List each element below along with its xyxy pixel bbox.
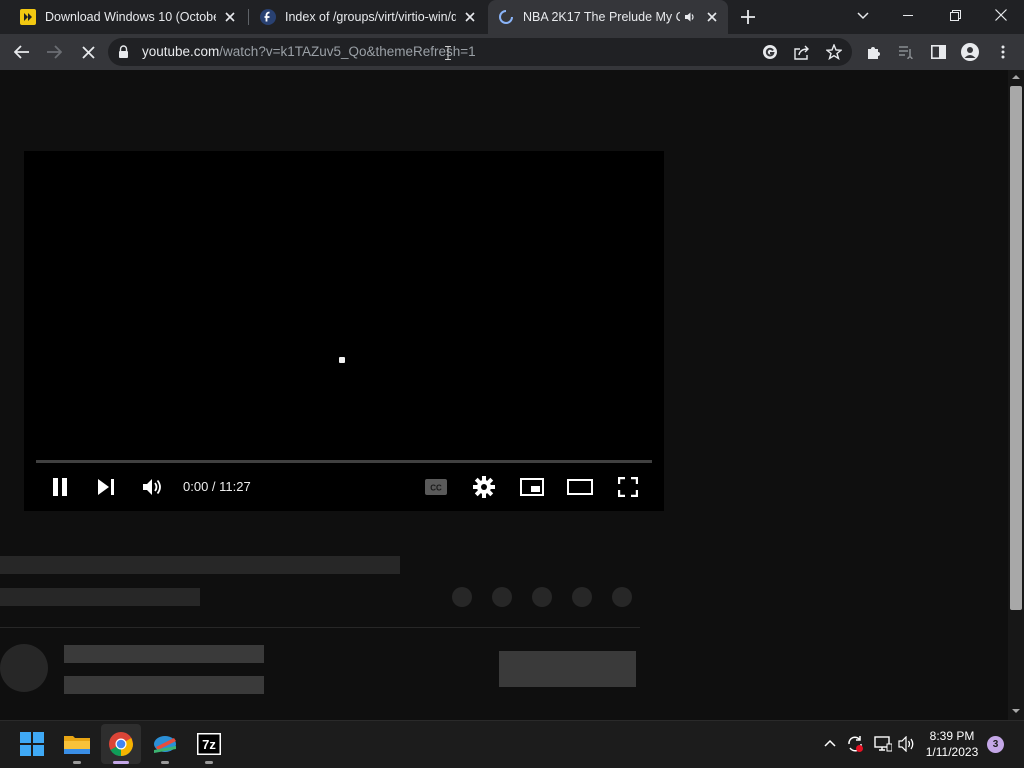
scroll-up-arrow-icon[interactable]: [1011, 74, 1021, 80]
network-display-icon[interactable]: [874, 736, 892, 752]
microsoft-download-icon: [20, 9, 36, 25]
volume-tray-icon[interactable]: [898, 736, 916, 752]
views-skeleton: [0, 588, 200, 606]
subscribe-skeleton: [499, 651, 636, 687]
fedora-icon: [260, 9, 276, 25]
share-icon[interactable]: [790, 40, 814, 64]
tab-virtio-index[interactable]: Index of /groups/virt/virtio-win/d: [250, 0, 486, 34]
speaker-audio-icon[interactable]: [682, 9, 698, 25]
action-skeleton-dot: [572, 587, 592, 607]
settings-gear-icon[interactable]: [470, 473, 498, 501]
progress-bar[interactable]: [36, 460, 652, 463]
close-tab-icon[interactable]: [462, 9, 478, 25]
svg-text:7z: 7z: [202, 737, 216, 752]
loading-indicator: [339, 357, 345, 363]
clock-date: 1/11/2023: [925, 745, 979, 759]
close-tab-icon[interactable]: [222, 9, 238, 25]
running-indicator: [161, 761, 169, 764]
action-skeleton-dot: [492, 587, 512, 607]
svg-text:CC: CC: [430, 484, 442, 493]
stop-loading-icon[interactable]: [76, 40, 100, 64]
forward-arrow-icon[interactable]: [42, 40, 66, 64]
fullscreen-button[interactable]: [614, 473, 642, 501]
video-player[interactable]: [24, 151, 664, 511]
scroll-down-arrow-icon[interactable]: [1011, 708, 1021, 714]
network-app-icon[interactable]: [145, 724, 185, 764]
clock-time: 8:39 PM: [929, 729, 975, 743]
channel-avatar-skeleton: [0, 644, 48, 692]
loading-spinner-icon: [498, 9, 514, 25]
minimize-icon[interactable]: [896, 4, 920, 28]
extensions-puzzle-icon[interactable]: [862, 40, 886, 64]
next-button[interactable]: [92, 473, 120, 501]
tab-separator: [248, 9, 249, 25]
menu-kebab-icon[interactable]: [991, 40, 1015, 64]
tab-youtube-video[interactable]: NBA 2K17 The Prelude My C: [488, 0, 728, 34]
lock-icon[interactable]: [118, 45, 129, 58]
close-window-icon[interactable]: [989, 3, 1013, 27]
title-skeleton: [0, 556, 400, 574]
sync-icon[interactable]: [846, 735, 864, 753]
action-skeleton-dot: [612, 587, 632, 607]
tab-search-chevron-icon[interactable]: [851, 4, 875, 28]
divider: [0, 627, 640, 628]
active-indicator: [113, 761, 129, 764]
tab-title: NBA 2K17 The Prelude My C: [523, 10, 680, 24]
start-windows-icon[interactable]: [12, 724, 52, 764]
side-panel-icon[interactable]: [926, 40, 950, 64]
url-text[interactable]: youtube.com/watch?v=k1TAZuv5_Qo&themeRef…: [142, 44, 476, 59]
system-clock[interactable]: 8:39 PM 1/11/2023: [922, 728, 982, 760]
tab-title: Index of /groups/virt/virtio-win/d: [285, 10, 456, 24]
channel-subs-skeleton: [64, 676, 264, 694]
tray-overflow-chevron-icon[interactable]: [824, 739, 836, 747]
miniplayer-button[interactable]: [518, 473, 546, 501]
back-arrow-icon[interactable]: [10, 40, 34, 64]
text-cursor-icon: [445, 46, 451, 60]
captions-button[interactable]: CC: [422, 473, 450, 501]
volume-button[interactable]: [139, 473, 167, 501]
action-skeleton-dot: [532, 587, 552, 607]
pause-button[interactable]: [46, 473, 74, 501]
restore-icon[interactable]: [943, 3, 967, 27]
new-tab-button[interactable]: [736, 5, 760, 29]
notification-badge[interactable]: 3: [987, 736, 1004, 753]
tab-download-windows[interactable]: Download Windows 10 (October: [0, 0, 246, 34]
google-lens-icon[interactable]: [758, 40, 782, 64]
running-indicator: [73, 761, 81, 764]
profile-avatar-icon[interactable]: [958, 40, 982, 64]
url-path: /watch?v=k1TAZuv5_Qo&themeRefresh=1: [219, 44, 476, 59]
7zip-icon[interactable]: 7z: [189, 724, 229, 764]
url-host: youtube.com: [142, 44, 220, 59]
file-explorer-icon[interactable]: [57, 724, 97, 764]
scrollbar-thumb[interactable]: [1010, 86, 1022, 610]
channel-name-skeleton: [64, 645, 264, 663]
chrome-icon[interactable]: [101, 724, 141, 764]
bookmark-star-icon[interactable]: [822, 40, 846, 64]
video-time: 0:00 / 11:27: [183, 479, 251, 494]
action-skeleton-dot: [452, 587, 472, 607]
tab-title: Download Windows 10 (October: [45, 10, 216, 24]
running-indicator: [205, 761, 213, 764]
close-tab-icon[interactable]: [704, 9, 720, 25]
media-queue-icon[interactable]: [894, 40, 918, 64]
theater-mode-button[interactable]: [566, 473, 594, 501]
